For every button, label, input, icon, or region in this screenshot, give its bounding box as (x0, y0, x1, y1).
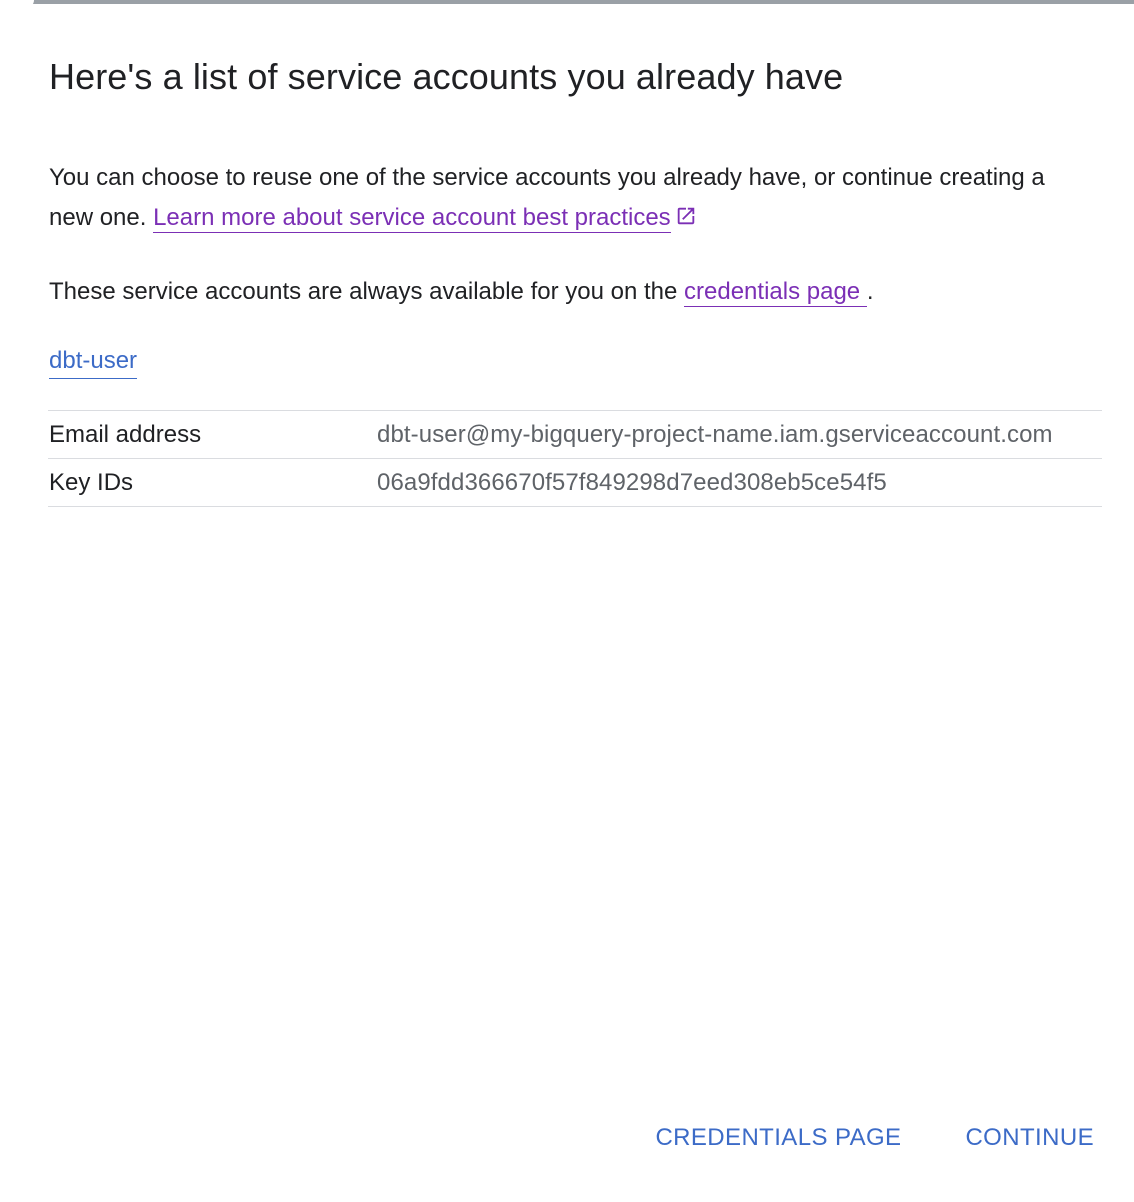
credentials-page-button[interactable]: CREDENTIALS PAGE (655, 1118, 901, 1158)
open-in-new-icon[interactable] (675, 200, 697, 240)
account-details-table: Email address dbt-user@my-bigquery-proje… (48, 410, 1102, 507)
credentials-link-label: credentials page (684, 278, 861, 305)
email-value: dbt-user@my-bigquery-project-name.iam.gs… (377, 420, 1053, 448)
learn-more-link[interactable]: Learn more about service account best pr… (153, 204, 671, 233)
availability-text: These service accounts are always availa… (49, 278, 678, 305)
email-label: Email address (49, 420, 202, 448)
service-account-link[interactable]: dbt-user (49, 344, 138, 379)
key-ids-row: Key IDs 06a9fdd366670f57f849298d7eed308e… (48, 459, 1102, 507)
credentials-page-link[interactable]: credentials page (684, 278, 867, 307)
availability-paragraph: These service accounts are always availa… (49, 272, 873, 312)
email-row: Email address dbt-user@my-bigquery-proje… (48, 411, 1102, 459)
availability-suffix: . (866, 278, 874, 305)
key-ids-label: Key IDs (49, 468, 134, 496)
intro-paragraph: You can choose to reuse one of the servi… (49, 158, 1049, 240)
key-ids-value: 06a9fdd366670f57f849298d7eed308eb5ce54f5 (377, 468, 887, 496)
dialog-title: Here's a list of service accounts you al… (49, 56, 844, 97)
service-accounts-dialog: Here's a list of service accounts you al… (0, 4, 1134, 1202)
continue-button[interactable]: CONTINUE (965, 1118, 1094, 1158)
dialog-actions: CREDENTIALS PAGE CONTINUE (655, 1118, 1094, 1158)
learn-more-label: Learn more about service account best pr… (153, 204, 671, 231)
